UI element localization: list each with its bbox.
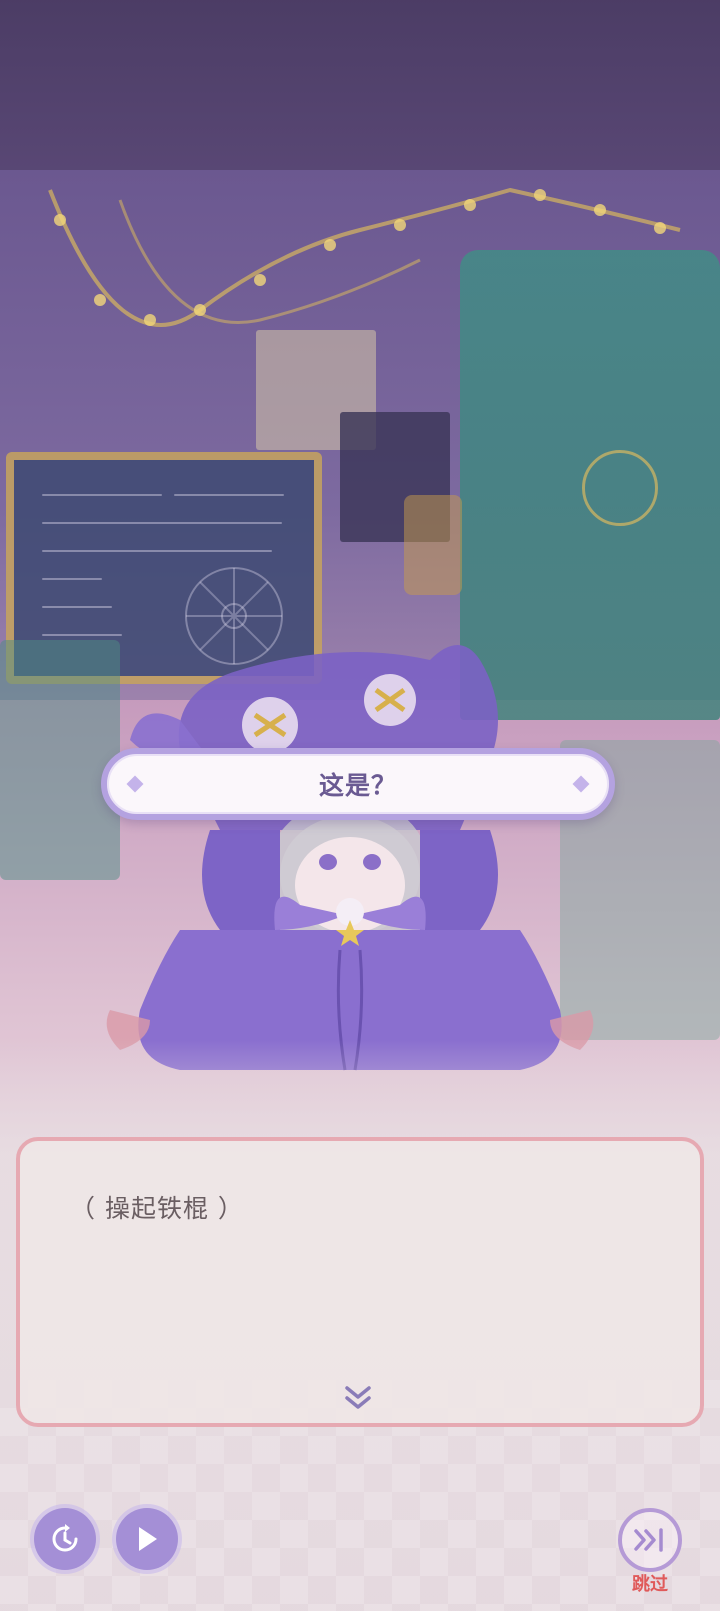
character-sprite[interactable] bbox=[100, 630, 600, 1100]
skip-forward-icon bbox=[634, 1528, 663, 1552]
plate-diamond-right bbox=[572, 775, 590, 793]
clock-replay-icon bbox=[52, 1524, 78, 1552]
speaker-line-text: 这是？ bbox=[318, 771, 397, 800]
play-button[interactable] bbox=[116, 1508, 178, 1570]
dialogue-choice-plate[interactable]: 这是？ bbox=[101, 748, 615, 820]
plate-diamond-left bbox=[126, 775, 144, 793]
chevron-double-down-icon[interactable] bbox=[343, 1385, 373, 1411]
game-scene[interactable]: 这是？ （ 操起铁棍 ） 跳过 bbox=[0, 0, 720, 1611]
wardrobe-sun-emblem bbox=[582, 450, 658, 526]
auto-replay-button[interactable] bbox=[34, 1508, 96, 1570]
dialogue-narration-text: （ 操起铁棍 ） bbox=[70, 1194, 244, 1223]
skip-label[interactable]: 跳过 bbox=[618, 1570, 682, 1596]
play-icon bbox=[139, 1527, 157, 1551]
dialogue-box[interactable]: （ 操起铁棍 ） bbox=[16, 1137, 704, 1427]
skip-button[interactable] bbox=[618, 1508, 682, 1572]
desk-lamp bbox=[404, 495, 462, 595]
